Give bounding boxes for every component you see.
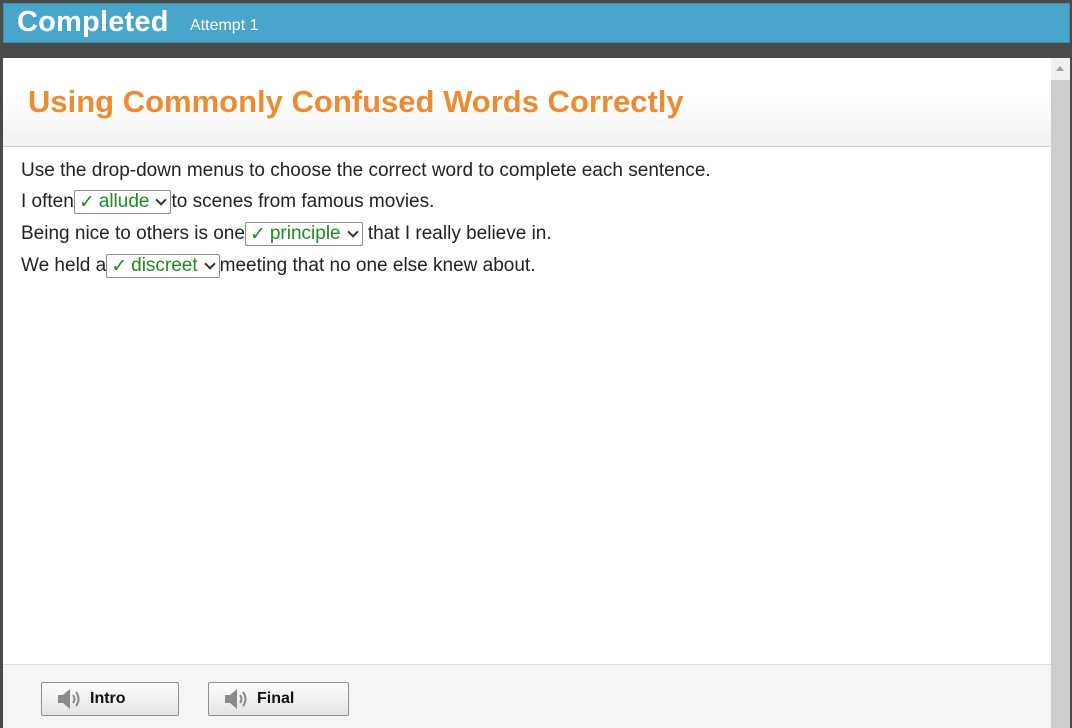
activity-panel: Using Commonly Confused Words Correctly … (3, 58, 1070, 728)
checkmark-icon: ✓ (78, 191, 95, 213)
chevron-down-icon (203, 257, 216, 270)
intro-button-label: Intro (90, 690, 126, 707)
vertical-scrollbar[interactable] (1051, 58, 1070, 728)
dropdown-3-value: discreet (131, 255, 198, 276)
completion-status: Completed (17, 6, 169, 38)
word-dropdown-2[interactable]: ✓ principle (244, 222, 363, 246)
instruction-text: Use the drop-down menus to choose the co… (21, 160, 711, 181)
dropdown-2-value: principle (269, 223, 341, 244)
speaker-icon (223, 687, 249, 711)
activity-content: Use the drop-down menus to choose the co… (21, 158, 1041, 282)
dropdown-1-value: allude (98, 191, 150, 212)
sentence-1-before: I often (21, 191, 74, 212)
status-header: Completed Attempt 1 (3, 3, 1070, 43)
title-bar: Using Commonly Confused Words Correctly (3, 58, 1051, 147)
final-button[interactable]: Final (208, 682, 349, 716)
page-title: Using Commonly Confused Words Correctly (28, 84, 684, 119)
checkmark-icon: ✓ (249, 223, 266, 245)
sentence-1: I often ✓ allude to scenes from famous m… (21, 186, 1041, 218)
final-button-label: Final (257, 690, 295, 707)
word-dropdown-3[interactable]: ✓ discreet (106, 254, 220, 278)
sentence-3-after: meeting that no one else knew about. (219, 255, 536, 276)
sentence-2-after: that I really believe in. (362, 223, 552, 244)
chevron-down-icon (155, 193, 168, 206)
intro-button[interactable]: Intro (41, 682, 179, 716)
sentence-2: Being nice to others is one ✓ principle … (21, 218, 1041, 250)
word-dropdown-1[interactable]: ✓ allude (73, 190, 172, 214)
scroll-up-button[interactable] (1051, 58, 1070, 80)
footer-bar: Intro Final (3, 664, 1051, 728)
arrow-up-icon (1056, 66, 1064, 71)
sentence-1-after: to scenes from famous movies. (171, 191, 435, 212)
sentence-2-before: Being nice to others is one (21, 223, 245, 244)
speaker-icon (56, 687, 82, 711)
chevron-down-icon (346, 225, 359, 238)
sentence-3: We held a ✓ discreet meeting that no one… (21, 250, 1041, 282)
sentence-3-before: We held a (21, 255, 107, 276)
checkmark-icon: ✓ (111, 255, 128, 277)
attempt-label: Attempt 1 (190, 17, 259, 34)
